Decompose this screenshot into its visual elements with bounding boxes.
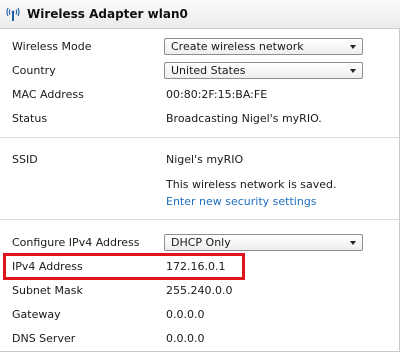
country-value: United States (171, 64, 246, 77)
section-divider (0, 137, 400, 138)
security-settings-link[interactable]: Enter new security settings (166, 195, 317, 208)
chevron-down-icon (350, 69, 356, 73)
mac-address-label: MAC Address (12, 88, 84, 101)
configure-ipv4-select[interactable]: DHCP Only (164, 234, 363, 251)
subnet-mask-label: Subnet Mask (12, 284, 83, 297)
mac-address-value: 00:80:2F:15:BA:FE (166, 88, 268, 101)
dns-server-value: 0.0.0.0 (166, 332, 205, 345)
configure-ipv4-label: Configure IPv4 Address (12, 236, 140, 249)
subnet-mask-value: 255.240.0.0 (166, 284, 233, 297)
wireless-mode-label: Wireless Mode (12, 40, 92, 53)
saved-network-note: This wireless network is saved. (166, 178, 337, 191)
chevron-down-icon (350, 241, 356, 245)
panel-header: Wireless Adapter wlan0 (0, 0, 400, 29)
wireless-antenna-icon (6, 7, 20, 21)
ssid-label: SSID (12, 153, 38, 166)
ssid-value: Nigel's myRIO (166, 153, 244, 166)
wireless-mode-value: Create wireless network (171, 40, 304, 53)
ipv4-address-value: 172.16.0.1 (166, 260, 226, 273)
status-value: Broadcasting Nigel's myRIO. (166, 112, 322, 125)
country-select[interactable]: United States (164, 62, 363, 79)
status-label: Status (12, 112, 48, 125)
gateway-value: 0.0.0.0 (166, 308, 205, 321)
chevron-down-icon (350, 45, 356, 49)
configure-ipv4-value: DHCP Only (171, 236, 231, 249)
wireless-adapter-panel: Wireless Adapter wlan0 Wireless Mode Cre… (0, 0, 400, 352)
country-label: Country (12, 64, 56, 77)
ipv4-address-label: IPv4 Address (12, 260, 83, 273)
gateway-label: Gateway (12, 308, 61, 321)
dns-server-label: DNS Server (12, 332, 76, 345)
section-divider (0, 219, 400, 220)
panel-title: Wireless Adapter wlan0 (27, 7, 188, 21)
wireless-mode-select[interactable]: Create wireless network (164, 38, 363, 55)
